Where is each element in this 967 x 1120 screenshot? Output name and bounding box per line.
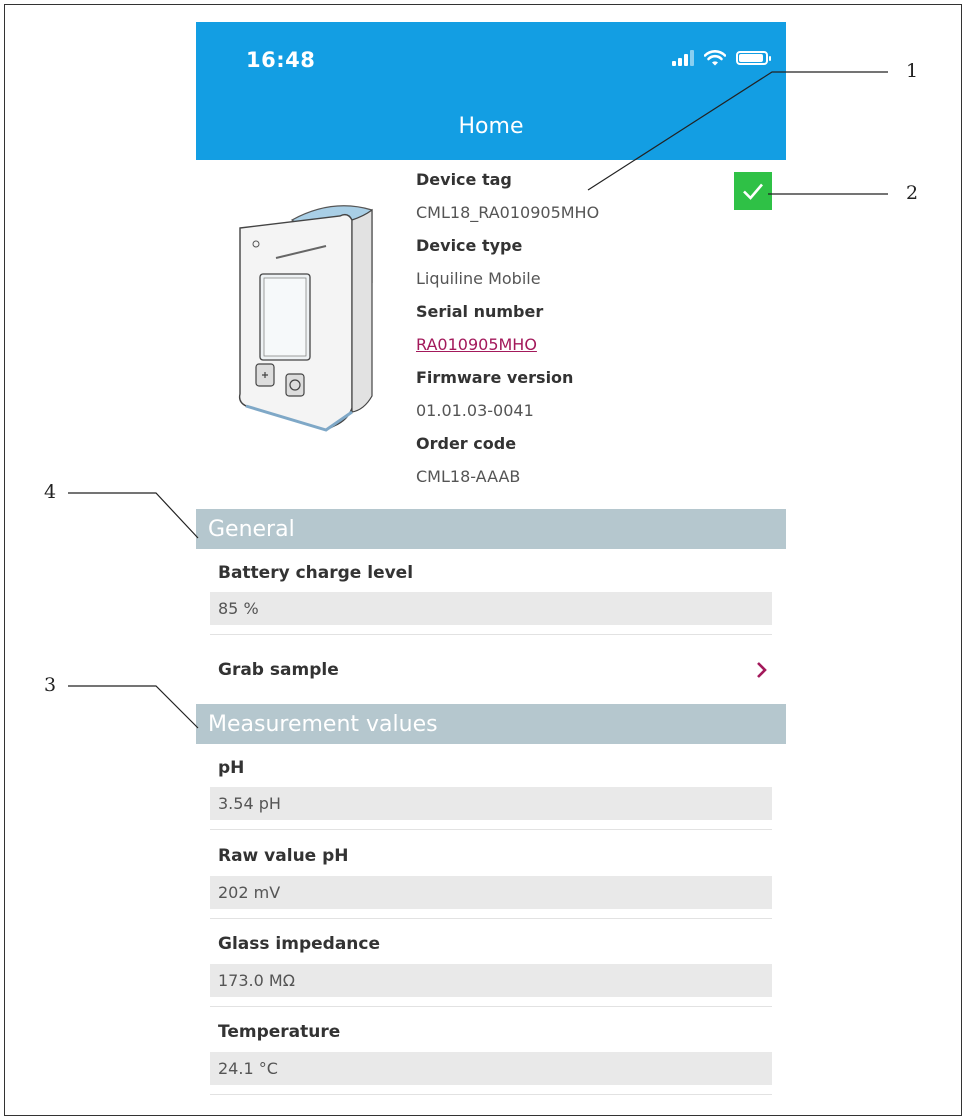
callout-2: 2: [906, 182, 919, 204]
callout-1: 1: [906, 60, 919, 82]
callout-3: 3: [44, 674, 57, 696]
callout-4: 4: [44, 481, 57, 503]
callout-leaders: [68, 71, 888, 729]
